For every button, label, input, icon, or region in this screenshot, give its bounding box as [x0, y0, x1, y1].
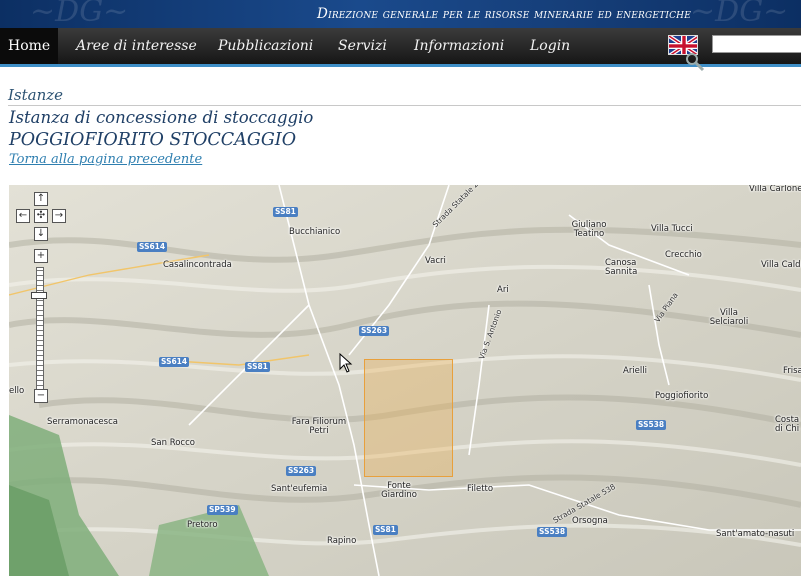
map-place-label: Costa di Chi [775, 415, 800, 434]
banner-decoration: ~DG~ [690, 0, 789, 28]
map-place-label: Crecchio [665, 250, 702, 260]
map-place-label: Canosa Sannita [605, 258, 638, 277]
page-title: POGGIOFIORITO STOCCAGGIO [9, 130, 297, 150]
nav-servizi[interactable]: Servizi [330, 28, 395, 64]
map-place-label: Frisa [783, 366, 801, 376]
magnifier-icon[interactable] [684, 52, 706, 76]
nav-login[interactable]: Login [522, 28, 578, 64]
map-place-label: Villa Tucci [651, 224, 693, 234]
nav-home[interactable]: Home [0, 28, 59, 64]
pan-left-button[interactable]: ← [16, 209, 30, 223]
site-banner: ~DG~ ~DG~ Direzione generale per le riso… [0, 0, 801, 28]
map-place-label: Villa Calda [761, 260, 801, 270]
road-shield: SS614 [159, 357, 190, 367]
road-shield: SS614 [137, 242, 168, 252]
map-place-label: Bucchianico [289, 227, 341, 237]
road-shield: SS538 [636, 420, 667, 430]
concession-area[interactable] [364, 359, 453, 477]
map-place-label: Fonte Giardino [381, 481, 417, 500]
nav-informazioni[interactable]: Informazioni [406, 28, 512, 64]
map-place-label: ello [9, 386, 25, 396]
pan-up-button[interactable]: ↑ [34, 192, 48, 206]
pan-center-button[interactable]: ✣ [34, 209, 48, 223]
map-place-label: Orsogna [572, 516, 608, 526]
road-shield: SS81 [245, 362, 270, 372]
road-shield: SS538 [537, 527, 568, 537]
map-place-label: Giuliano Teatino [571, 220, 607, 239]
map-place-label: Villa Selciaroli [709, 308, 749, 327]
nav-aree-di-interesse[interactable]: Aree di interesse [68, 28, 205, 64]
map-place-label: Arielli [623, 366, 647, 376]
road-shield: SS81 [373, 525, 398, 535]
map-place-label: Vacri [425, 256, 446, 266]
map-place-label: Casalincontrada [163, 260, 232, 270]
zoom-slider-handle[interactable] [31, 292, 47, 299]
breadcrumb[interactable]: Istanze [8, 86, 63, 104]
map-place-label: Poggiofiorito [655, 391, 709, 401]
back-link[interactable]: Torna alla pagina precedente [9, 152, 202, 167]
zoom-in-button[interactable]: + [34, 249, 48, 263]
banner-decoration: ~DG~ [30, 0, 129, 28]
road-shield: SS263 [286, 466, 317, 476]
map-place-label: Pretoro [187, 520, 218, 530]
pan-down-button[interactable]: ↓ [34, 227, 48, 241]
road-shield: SP539 [207, 505, 238, 515]
zoom-slider[interactable] [36, 267, 44, 391]
map-place-label: Sant'eufemia [271, 484, 328, 494]
site-title: Direzione generale per le risorse minera… [317, 6, 691, 22]
zoom-out-button[interactable]: − [34, 389, 48, 403]
nav-pubblicazioni[interactable]: Pubblicazioni [210, 28, 321, 64]
map-place-label: Ari [497, 285, 509, 295]
mouse-cursor-icon [339, 353, 353, 373]
page-subtitle: Istanza di concessione di stoccaggio [9, 108, 314, 127]
map-place-label: Fara Filiorum Petri [291, 417, 347, 436]
map-place-label: Serramonacesca [47, 417, 118, 427]
divider [8, 105, 801, 106]
terrain-map[interactable]: Villa Carlone Bucchianico Giuliano Teati… [9, 185, 801, 576]
map-place-label: Filetto [467, 484, 494, 494]
road-shield: SS81 [273, 207, 298, 217]
search-input[interactable] [712, 35, 801, 53]
map-place-label: Villa Carlone [749, 185, 801, 194]
road-shield: SS263 [359, 326, 390, 336]
map-place-label: Rapino [327, 536, 357, 546]
map-place-label: Sant'amato-nasuti [716, 529, 795, 539]
pan-right-button[interactable]: → [52, 209, 66, 223]
nav-underline [0, 64, 801, 67]
map-place-label: San Rocco [151, 438, 195, 448]
